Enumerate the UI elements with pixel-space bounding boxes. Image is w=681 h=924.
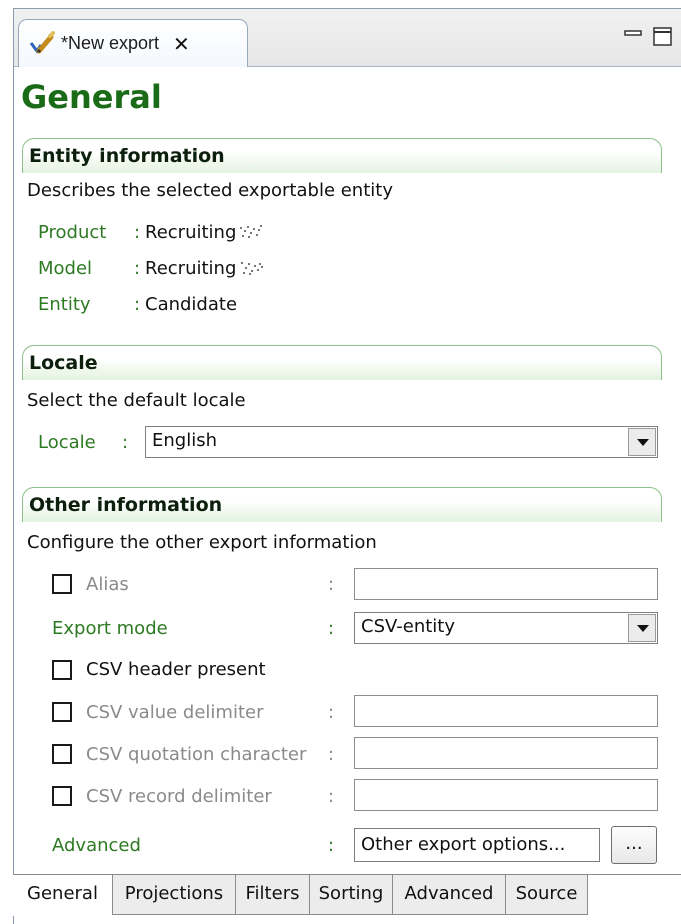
tab-general[interactable]: General bbox=[13, 875, 113, 915]
tab-advanced[interactable]: Advanced bbox=[393, 875, 506, 915]
advanced-label: Advanced bbox=[52, 835, 141, 856]
pencil-check-icon bbox=[29, 30, 55, 57]
csv-value-delimiter-input[interactable] bbox=[354, 695, 658, 727]
model-value: Recruiting bbox=[145, 258, 264, 279]
csv-quotation-colon: : bbox=[328, 744, 335, 765]
locale-selected-value: English bbox=[152, 430, 217, 451]
alias-input[interactable] bbox=[354, 568, 658, 600]
entity-section-header[interactable]: Entity information bbox=[22, 138, 662, 173]
other-section-header[interactable]: Other information bbox=[22, 487, 662, 522]
locale-label: Locale bbox=[38, 432, 96, 453]
tab-source[interactable]: Source bbox=[506, 875, 588, 915]
csv-quotation-input[interactable] bbox=[354, 737, 658, 769]
export-mode-selected-value: CSV-entity bbox=[361, 616, 455, 637]
csv-record-delimiter-colon: : bbox=[328, 786, 335, 807]
csv-header-checkbox[interactable] bbox=[52, 660, 72, 680]
editor-tabstrip: *New export ✕ bbox=[14, 9, 681, 67]
close-icon[interactable]: ✕ bbox=[173, 32, 190, 56]
csv-record-delimiter-checkbox[interactable] bbox=[52, 786, 72, 806]
product-colon: : bbox=[134, 222, 141, 243]
editor-tab-title: *New export bbox=[61, 33, 160, 53]
other-export-options-button[interactable]: Other export options... bbox=[354, 828, 600, 862]
csv-quotation-checkbox[interactable] bbox=[52, 744, 72, 764]
entity-colon: : bbox=[134, 294, 141, 315]
export-mode-label: Export mode bbox=[52, 618, 168, 639]
csv-record-delimiter-label: CSV record delimiter bbox=[86, 786, 272, 807]
entity-section-description: Describes the selected exportable entity bbox=[27, 180, 393, 201]
other-section-description: Configure the other export information bbox=[27, 532, 377, 553]
csv-value-delimiter-colon: : bbox=[328, 702, 335, 723]
page-title: General bbox=[21, 78, 162, 116]
locale-section-header[interactable]: Locale bbox=[22, 345, 662, 380]
chevron-down-icon[interactable] bbox=[628, 428, 656, 456]
tab-filters[interactable]: Filters bbox=[236, 875, 310, 915]
locale-section-description: Select the default locale bbox=[27, 390, 246, 411]
csv-record-delimiter-input[interactable] bbox=[354, 779, 658, 811]
csv-value-delimiter-label: CSV value delimiter bbox=[86, 702, 264, 723]
noise-icon bbox=[240, 225, 263, 238]
advanced-colon: : bbox=[328, 835, 335, 856]
tab-sorting[interactable]: Sorting bbox=[310, 875, 393, 915]
tab-projections[interactable]: Projections bbox=[113, 875, 236, 915]
model-colon: : bbox=[134, 258, 141, 279]
export-mode-colon: : bbox=[328, 618, 335, 639]
entity-label: Entity bbox=[38, 294, 91, 315]
alias-checkbox[interactable] bbox=[52, 574, 72, 594]
maximize-icon[interactable] bbox=[652, 25, 674, 47]
alias-colon: : bbox=[328, 574, 335, 595]
csv-header-label: CSV header present bbox=[86, 659, 266, 680]
locale-select[interactable]: English bbox=[145, 426, 658, 458]
entity-value: Candidate bbox=[145, 294, 238, 315]
model-label: Model bbox=[38, 258, 93, 279]
chevron-down-icon[interactable] bbox=[628, 614, 656, 642]
product-label: Product bbox=[38, 222, 107, 243]
csv-value-delimiter-checkbox[interactable] bbox=[52, 702, 72, 722]
locale-colon: : bbox=[122, 432, 129, 453]
browse-button[interactable]: ... bbox=[611, 826, 657, 864]
minimize-icon[interactable] bbox=[623, 25, 645, 47]
product-value: Recruiting bbox=[145, 222, 264, 243]
alias-label: Alias bbox=[86, 574, 129, 595]
csv-quotation-label: CSV quotation character bbox=[86, 744, 307, 765]
bottom-tab-bar: General Projections Filters Sorting Adva… bbox=[13, 874, 681, 916]
export-mode-select[interactable]: CSV-entity bbox=[354, 612, 658, 644]
noise-icon bbox=[241, 262, 264, 275]
editor-tab-new-export[interactable]: *New export ✕ bbox=[18, 19, 248, 67]
